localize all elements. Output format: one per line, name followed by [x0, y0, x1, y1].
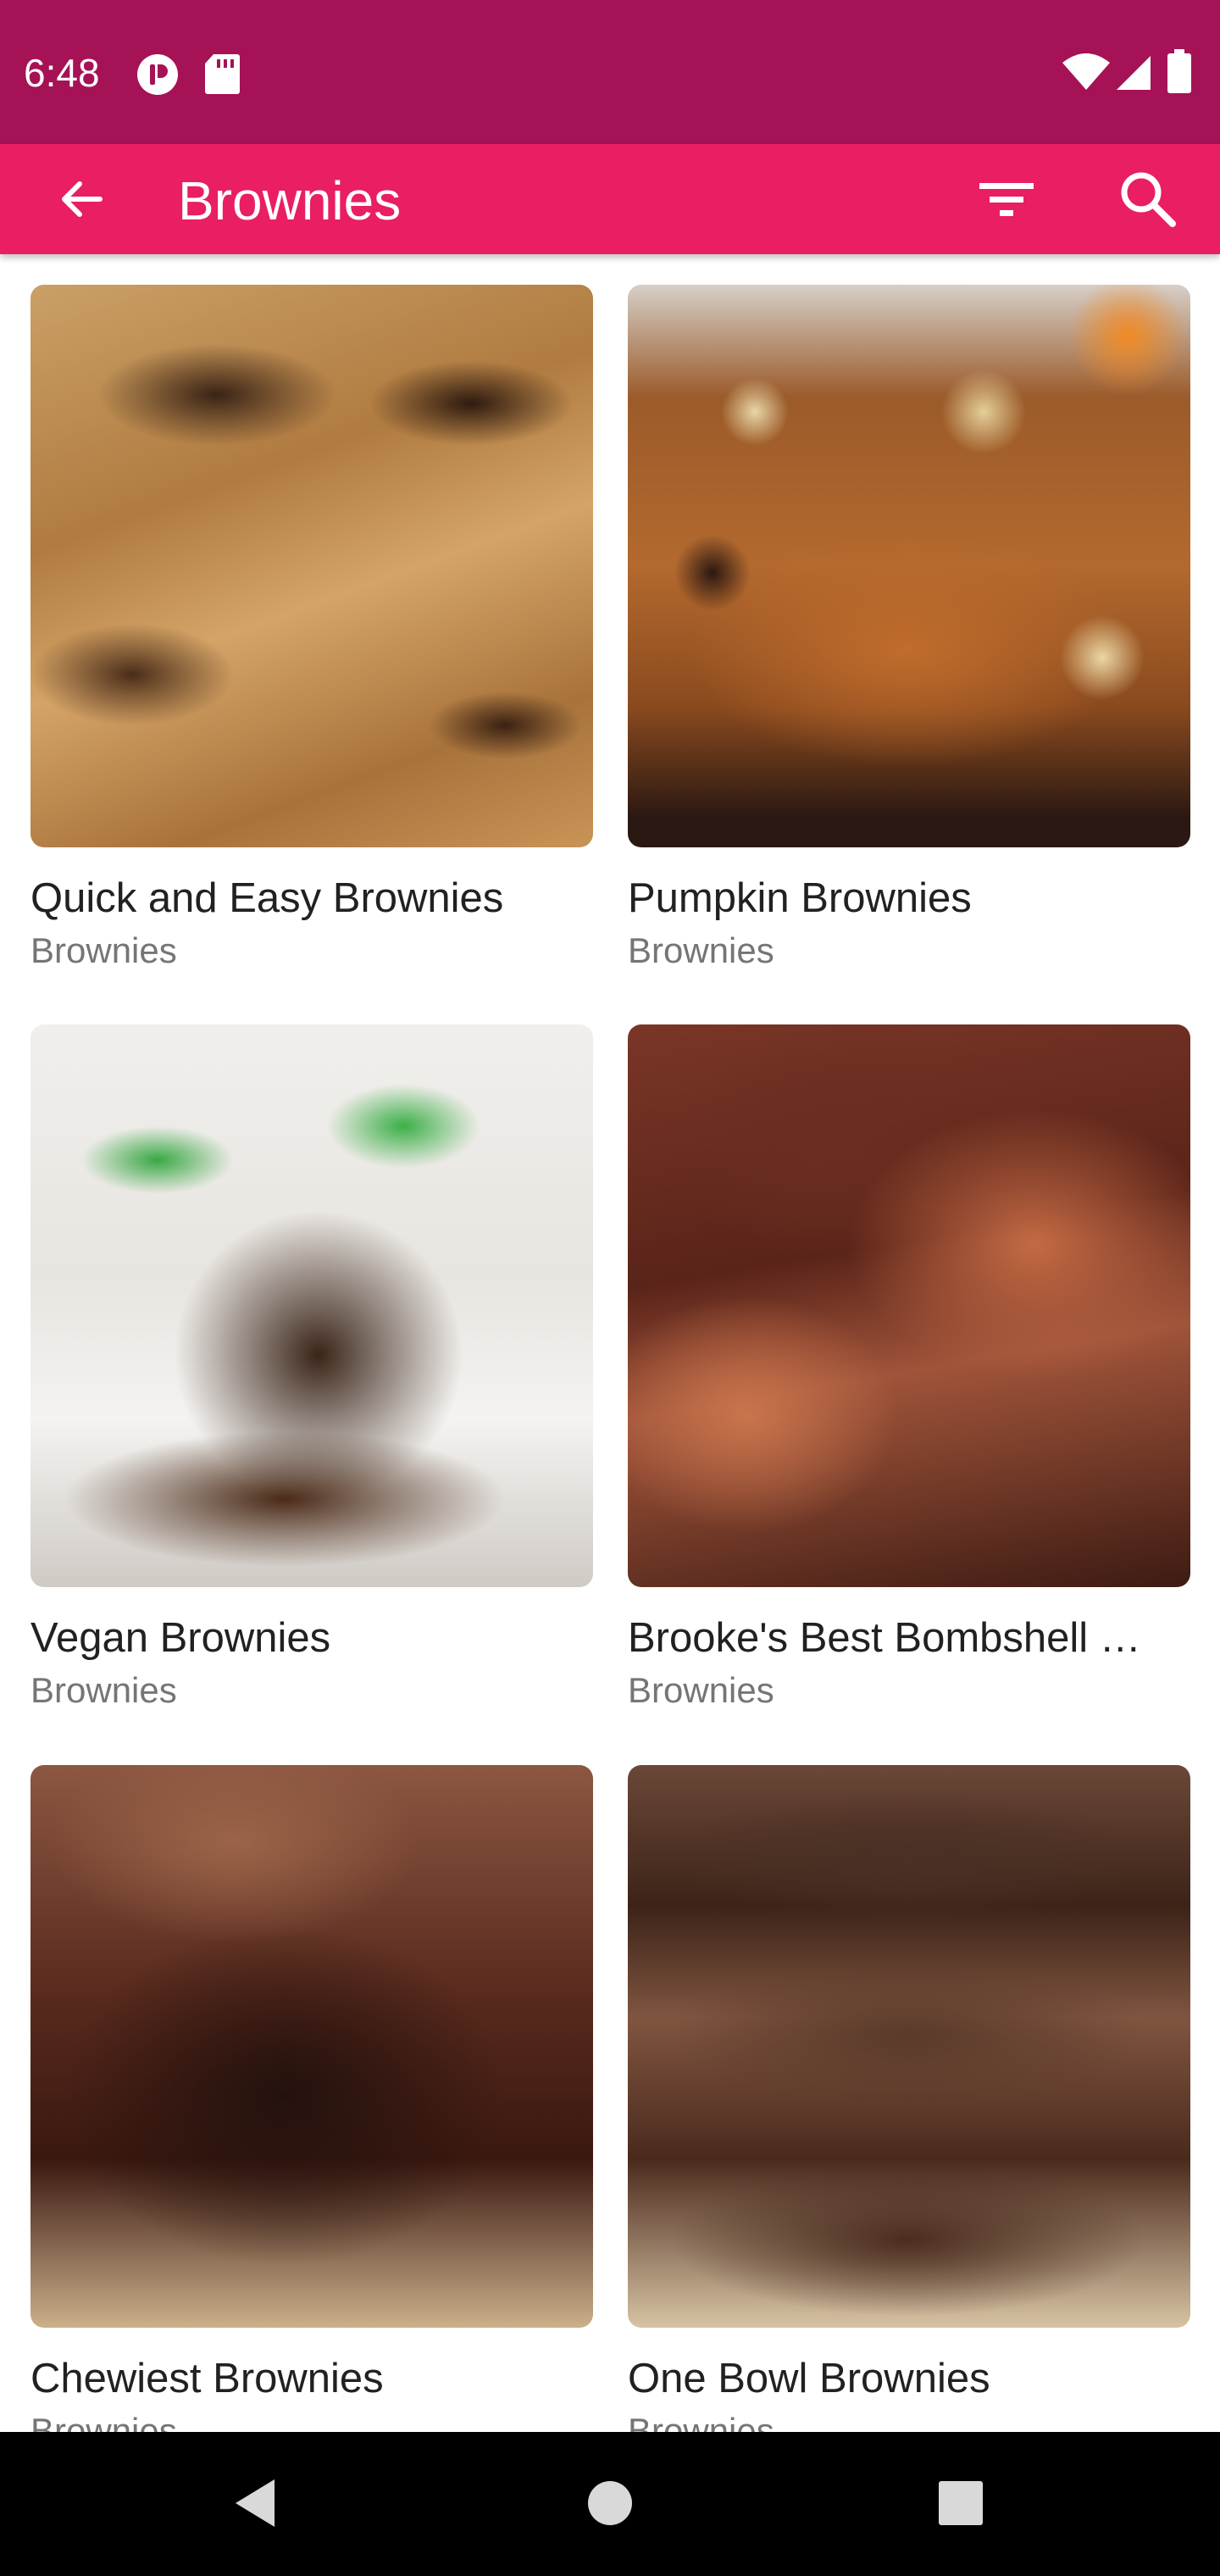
- back-arrow-icon[interactable]: [54, 172, 108, 226]
- recipe-card[interactable]: Brooke's Best Bombshell … Brownies: [628, 1024, 1190, 1713]
- recipe-image: [30, 1765, 593, 2328]
- recipe-title: One Bowl Brownies: [628, 2356, 990, 2401]
- recipe-image: [628, 285, 1190, 847]
- battery-icon: [1167, 49, 1191, 93]
- recents-square-icon[interactable]: [937, 2479, 984, 2527]
- filter-icon[interactable]: [978, 178, 1035, 222]
- recipe-category: Brownies: [30, 2411, 177, 2432]
- search-icon[interactable]: [1118, 169, 1178, 229]
- recipe-image: [628, 1765, 1190, 2328]
- recipe-card[interactable]: Pumpkin Brownies Brownies: [628, 285, 1190, 973]
- recipe-title: Quick and Easy Brownies: [30, 875, 504, 921]
- wifi-icon: [1062, 53, 1110, 90]
- page-title: Brownies: [178, 170, 402, 231]
- recipe-card[interactable]: Quick and Easy Brownies Brownies: [30, 285, 593, 973]
- recipe-category: Brownies: [628, 1670, 774, 1710]
- status-time: 6:48: [24, 51, 100, 95]
- recipe-title: Chewiest Brownies: [30, 2356, 384, 2401]
- status-bar: 6:48: [0, 0, 1220, 144]
- recipe-card[interactable]: One Bowl Brownies Brownies: [628, 1765, 1190, 2432]
- app-bar: Brownies: [0, 144, 1220, 254]
- recipe-image: [628, 1024, 1190, 1587]
- recipe-title: Vegan Brownies: [30, 1615, 331, 1661]
- recipe-category: Brownies: [30, 930, 177, 970]
- recipe-grid: Quick and Easy Brownies Brownies Pumpkin…: [0, 254, 1220, 2432]
- recipe-image: [30, 285, 593, 847]
- notification-app-icon: [137, 54, 178, 95]
- sd-card-icon: [205, 54, 240, 94]
- signal-icon: [1117, 56, 1151, 90]
- recipe-category: Brownies: [30, 1670, 177, 1710]
- navigation-bar: [0, 2432, 1220, 2576]
- recipe-category: Brownies: [628, 930, 774, 970]
- recipe-card[interactable]: Chewiest Brownies Brownies: [30, 1765, 593, 2432]
- back-triangle-icon[interactable]: [230, 2476, 278, 2530]
- home-circle-icon[interactable]: [586, 2479, 634, 2527]
- recipe-title: Pumpkin Brownies: [628, 875, 972, 921]
- recipe-image: [30, 1024, 593, 1587]
- recipe-category: Brownies: [628, 2411, 774, 2432]
- recipe-card[interactable]: Vegan Brownies Brownies: [30, 1024, 593, 1713]
- recipe-title: Brooke's Best Bombshell …: [628, 1615, 1141, 1661]
